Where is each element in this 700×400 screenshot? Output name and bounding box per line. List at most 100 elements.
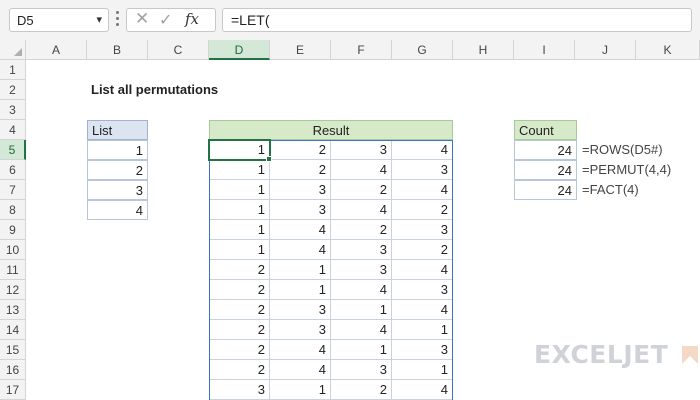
result-cell[interactable]: 2 xyxy=(209,340,270,360)
result-cell[interactable]: 2 xyxy=(270,140,331,160)
result-cell[interactable]: 3 xyxy=(392,220,453,240)
column-header-h[interactable]: H xyxy=(453,40,514,60)
result-cell[interactable]: 2 xyxy=(209,320,270,340)
result-cell[interactable]: 4 xyxy=(331,200,392,220)
result-cell[interactable]: 2 xyxy=(392,200,453,220)
list-value-cell[interactable]: 1 xyxy=(87,140,148,160)
result-cell[interactable]: 2 xyxy=(331,220,392,240)
select-all-button[interactable] xyxy=(0,40,26,60)
check-icon[interactable]: ✓ xyxy=(159,10,172,30)
row-header-5[interactable]: 5 xyxy=(0,140,26,160)
result-cell[interactable]: 2 xyxy=(270,160,331,180)
close-icon[interactable]: ✕ xyxy=(135,9,149,29)
result-cell[interactable]: 1 xyxy=(209,200,270,220)
result-cell[interactable]: 4 xyxy=(331,160,392,180)
result-cell[interactable]: 2 xyxy=(392,240,453,260)
result-cell[interactable]: 2 xyxy=(331,380,392,400)
result-cell[interactable]: 2 xyxy=(209,260,270,280)
column-header-b[interactable]: B xyxy=(87,40,148,60)
row-header-17[interactable]: 17 xyxy=(0,380,26,400)
row-header-14[interactable]: 14 xyxy=(0,320,26,340)
result-cell[interactable]: 4 xyxy=(270,240,331,260)
list-value-cell[interactable]: 4 xyxy=(87,200,148,220)
result-cell[interactable]: 1 xyxy=(331,340,392,360)
column-header-d[interactable]: D xyxy=(209,40,270,60)
result-cell[interactable]: 4 xyxy=(392,260,453,280)
row-header-8[interactable]: 8 xyxy=(0,200,26,220)
row-header-1[interactable]: 1 xyxy=(0,60,26,80)
list-value-cell[interactable]: 3 xyxy=(87,180,148,200)
drag-handle-icon[interactable] xyxy=(116,11,120,29)
result-cell[interactable]: 3 xyxy=(331,240,392,260)
count-value-cell[interactable]: 24 xyxy=(514,140,577,160)
result-cell[interactable]: 4 xyxy=(392,380,453,400)
sheet-title: List all permutations xyxy=(91,82,219,97)
list-value-cell[interactable]: 2 xyxy=(87,160,148,180)
row-header-9[interactable]: 9 xyxy=(0,220,26,240)
result-cell[interactable]: 1 xyxy=(331,300,392,320)
result-cell[interactable]: 2 xyxy=(209,280,270,300)
result-cell[interactable]: 3 xyxy=(331,360,392,380)
column-header-j[interactable]: J xyxy=(575,40,636,60)
list-header[interactable]: List xyxy=(87,120,148,140)
name-box[interactable]: D5 ▾ xyxy=(9,8,109,32)
result-cell[interactable]: 1 xyxy=(270,280,331,300)
result-cell[interactable]: 3 xyxy=(270,200,331,220)
column-header-a[interactable]: A xyxy=(26,40,87,60)
result-header[interactable]: Result xyxy=(209,120,453,140)
result-cell[interactable]: 1 xyxy=(270,380,331,400)
result-cell[interactable]: 3 xyxy=(392,160,453,180)
row-header-7[interactable]: 7 xyxy=(0,180,26,200)
count-value-cell[interactable]: 24 xyxy=(514,180,577,200)
result-cell[interactable]: 1 xyxy=(392,320,453,340)
result-cell[interactable]: 1 xyxy=(209,180,270,200)
row-header-13[interactable]: 13 xyxy=(0,300,26,320)
result-cell[interactable]: 1 xyxy=(209,220,270,240)
count-value-cell[interactable]: 24 xyxy=(514,160,577,180)
column-header-g[interactable]: G xyxy=(392,40,453,60)
result-cell[interactable]: 2 xyxy=(331,180,392,200)
result-cell[interactable]: 4 xyxy=(270,340,331,360)
result-cell[interactable]: 1 xyxy=(392,360,453,380)
result-cell[interactable]: 3 xyxy=(209,380,270,400)
result-cell[interactable]: 3 xyxy=(270,180,331,200)
result-cell[interactable]: 4 xyxy=(270,360,331,380)
column-header-c[interactable]: C xyxy=(148,40,209,60)
result-cell[interactable]: 3 xyxy=(331,260,392,280)
chevron-down-icon[interactable]: ▾ xyxy=(96,13,102,26)
result-cell[interactable]: 1 xyxy=(270,260,331,280)
row-header-12[interactable]: 12 xyxy=(0,280,26,300)
count-header[interactable]: Count xyxy=(514,120,577,140)
row-header-10[interactable]: 10 xyxy=(0,240,26,260)
result-cell[interactable]: 4 xyxy=(331,280,392,300)
result-cell[interactable]: 4 xyxy=(392,300,453,320)
result-cell[interactable]: 1 xyxy=(209,240,270,260)
result-cell[interactable]: 3 xyxy=(270,300,331,320)
row-header-11[interactable]: 11 xyxy=(0,260,26,280)
result-cell[interactable]: 2 xyxy=(209,300,270,320)
row-header-2[interactable]: 2 xyxy=(0,80,26,100)
fill-handle[interactable] xyxy=(266,156,272,162)
result-cell[interactable]: 4 xyxy=(331,320,392,340)
row-header-4[interactable]: 4 xyxy=(0,120,26,140)
fx-icon[interactable]: fx xyxy=(185,10,199,28)
row-header-6[interactable]: 6 xyxy=(0,160,26,180)
result-cell[interactable]: 4 xyxy=(392,140,453,160)
formula-input[interactable]: =LET( xyxy=(222,8,692,32)
column-header-f[interactable]: F xyxy=(331,40,392,60)
result-cell[interactable]: 1 xyxy=(209,140,270,160)
column-header-i[interactable]: I xyxy=(514,40,575,60)
result-cell[interactable]: 4 xyxy=(392,180,453,200)
result-cell[interactable]: 3 xyxy=(392,340,453,360)
result-cell[interactable]: 3 xyxy=(331,140,392,160)
column-header-k[interactable]: K xyxy=(636,40,700,60)
row-header-15[interactable]: 15 xyxy=(0,340,26,360)
result-cell[interactable]: 3 xyxy=(392,280,453,300)
row-header-3[interactable]: 3 xyxy=(0,100,26,120)
result-cell[interactable]: 2 xyxy=(209,360,270,380)
result-cell[interactable]: 1 xyxy=(209,160,270,180)
column-header-e[interactable]: E xyxy=(270,40,331,60)
row-header-16[interactable]: 16 xyxy=(0,360,26,380)
result-cell[interactable]: 4 xyxy=(270,220,331,240)
result-cell[interactable]: 3 xyxy=(270,320,331,340)
